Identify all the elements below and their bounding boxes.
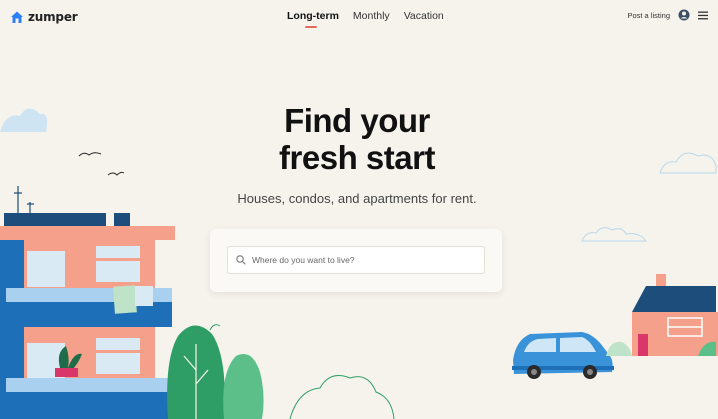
search-icon (236, 255, 246, 265)
car (512, 332, 614, 379)
bird-1 (78, 152, 102, 157)
hero-title-line-2: fresh start (279, 139, 435, 176)
cloud-left (0, 108, 48, 132)
search-box[interactable] (227, 246, 485, 274)
cloud-right-top (659, 152, 717, 174)
search-input[interactable] (252, 255, 472, 265)
post-listing-link[interactable]: Post a listing (627, 11, 670, 20)
house-logo-icon (11, 11, 23, 23)
rental-type-tabs: Long-term Monthly Vacation (287, 10, 444, 28)
top-navigation-bar: zumper Long-term Monthly Vacation Post a… (0, 0, 718, 34)
cloud-bottom (289, 375, 395, 419)
tab-vacation[interactable]: Vacation (404, 10, 444, 22)
header-actions: Post a listing (627, 9, 708, 21)
search-card (210, 229, 502, 292)
cloud-right-mid (581, 227, 647, 242)
hero-illustration (0, 108, 718, 419)
zumper-logo[interactable]: zumper (10, 8, 78, 26)
hero-title-line-1: Find your (284, 102, 430, 139)
apartment-building (0, 186, 175, 419)
tab-long-term[interactable]: Long-term (287, 10, 339, 22)
brand-name: zumper (28, 10, 78, 24)
tab-monthly[interactable]: Monthly (353, 10, 390, 22)
trees (167, 324, 264, 419)
hero-subtitle: Houses, condos, and apartments for rent. (237, 191, 477, 206)
hamburger-menu-icon[interactable] (698, 11, 708, 20)
active-tab-indicator (305, 26, 317, 28)
house (606, 274, 718, 356)
hero-title: Find your fresh start (209, 102, 505, 176)
user-circle-icon[interactable] (678, 9, 690, 21)
bird-2 (107, 171, 125, 176)
